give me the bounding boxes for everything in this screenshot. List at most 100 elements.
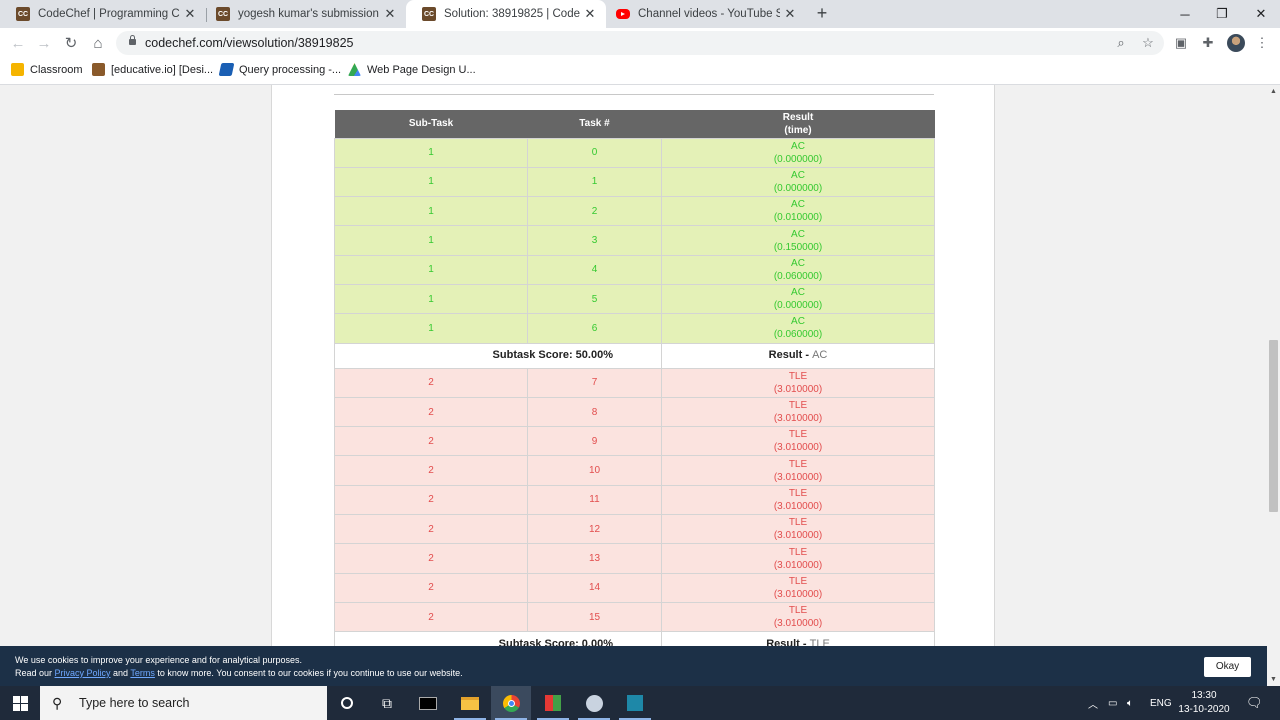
bookmarks-bar: Classroom [educative.io] [Desi... Query … — [0, 58, 1280, 85]
task-cell: 2 — [527, 196, 662, 227]
close-tab-icon[interactable]: ✕ — [180, 6, 200, 22]
table-row: 2 15 TLE (3.010000) — [334, 601, 935, 633]
task-cell: 0 — [527, 137, 662, 168]
reload-icon[interactable]: ↻ — [61, 33, 81, 53]
browser-tab[interactable]: Channel videos - YouTube Studio ✕ — [600, 0, 806, 28]
profile-avatar[interactable] — [1227, 34, 1245, 52]
extensions-puzzle-icon[interactable]: ✚ — [1198, 33, 1218, 53]
app-grid-icon[interactable] — [533, 686, 573, 720]
table-row: 1 5 AC (0.000000) — [334, 283, 935, 315]
divider — [334, 94, 934, 95]
scroll-down-icon[interactable]: ▼ — [1267, 673, 1280, 686]
home-icon[interactable]: ⌂ — [88, 33, 108, 53]
volume-icon[interactable]: 🔈︎ — [1127, 686, 1133, 720]
result-cell: AC (0.000000) — [661, 137, 935, 168]
search-placeholder: Type here to search — [79, 696, 190, 710]
eclipse-app-icon[interactable] — [574, 686, 614, 720]
task-cell: 15 — [527, 601, 662, 633]
subtask-summary-row: Subtask Score: 50.00% Result - AC — [334, 342, 935, 369]
tray-chevron-icon[interactable]: ︿ — [1088, 686, 1098, 720]
codechef-favicon: CC — [422, 7, 436, 21]
subtask-score: Subtask Score: 50.00% — [334, 342, 662, 369]
close-tab-icon[interactable]: ✕ — [380, 6, 400, 22]
result-cell: AC (0.010000) — [661, 196, 935, 227]
subtask-cell: 2 — [334, 514, 528, 545]
table-row: 1 6 AC (0.060000) — [334, 313, 935, 344]
bookmark-star-icon[interactable]: ☆ — [1138, 33, 1158, 53]
close-tab-icon[interactable]: ✕ — [580, 6, 600, 22]
scrollbar[interactable]: ▲ ▼ — [1267, 85, 1280, 686]
table-row: 2 14 TLE (3.010000) — [334, 572, 935, 603]
okay-button[interactable]: Okay — [1204, 657, 1251, 677]
close-window-icon[interactable]: ✕ — [1242, 0, 1280, 28]
result-cell: TLE (3.010000) — [661, 484, 935, 516]
taskbar-clock[interactable]: 13:30 13-10-2020 — [1174, 689, 1234, 717]
extension-icon[interactable]: ▣ — [1171, 33, 1191, 53]
bookmark-query-processing[interactable]: Query processing -... — [218, 63, 342, 76]
subtask-cell: 1 — [334, 225, 528, 256]
subtask-cell: 1 — [334, 166, 528, 198]
task-cell: 3 — [527, 225, 662, 256]
table-row: 2 7 TLE (3.010000) — [334, 367, 935, 398]
task-cell: 13 — [527, 543, 662, 574]
bookmark-web-page-design[interactable]: Web Page Design U... — [348, 63, 476, 76]
cookie-banner: We use cookies to improve your experienc… — [0, 646, 1267, 686]
minimize-icon[interactable]: ─ — [1166, 0, 1204, 28]
task-cell: 7 — [527, 367, 662, 398]
cookie-text-2: Read our Privacy Policy and Terms to kno… — [15, 668, 463, 678]
subtask-cell: 1 — [334, 196, 528, 227]
bookmark-label: Classroom — [30, 63, 83, 76]
classroom-icon — [11, 63, 24, 76]
table-row: 2 9 TLE (3.010000) — [334, 426, 935, 457]
windows-taskbar: ⚲ Type here to search ⧉ ︿ ▭ 🔈︎ ENG 13:30… — [0, 686, 1280, 720]
maximize-icon[interactable]: ❐ — [1203, 0, 1241, 28]
chrome-icon[interactable] — [491, 686, 531, 720]
task-view-icon[interactable]: ⧉ — [367, 686, 407, 720]
browser-tab[interactable]: CC yogesh kumar's submission of Ac ✕ — [200, 0, 406, 28]
battery-icon[interactable]: ▭ — [1108, 686, 1117, 720]
cookie-text: We use cookies to improve your experienc… — [15, 655, 302, 665]
table-row: 1 4 AC (0.060000) — [334, 254, 935, 285]
bookmark-educative[interactable]: [educative.io] [Desi... — [92, 63, 213, 76]
language-indicator[interactable]: ENG — [1150, 686, 1172, 720]
task-cell: 6 — [527, 313, 662, 344]
menu-kebab-icon[interactable]: ⋮ — [1252, 33, 1272, 53]
editor-app-icon[interactable] — [615, 686, 655, 720]
bookmark-classroom[interactable]: Classroom — [11, 63, 83, 76]
forward-arrow-icon[interactable]: → — [34, 33, 54, 53]
bookmark-label: [educative.io] [Desi... — [111, 63, 214, 76]
bookmark-label: Query processing -... — [239, 63, 342, 76]
table-row: 2 11 TLE (3.010000) — [334, 484, 935, 516]
task-cell: 1 — [527, 166, 662, 198]
subtask-cell: 2 — [334, 455, 528, 486]
subtask-cell: 2 — [334, 543, 528, 574]
task-cell: 4 — [527, 254, 662, 285]
zoom-search-icon[interactable]: ⌕ — [1111, 33, 1131, 53]
url-text[interactable]: codechef.com/viewsolution/38919825 — [145, 36, 353, 50]
terminal-app-icon[interactable] — [408, 686, 448, 720]
back-arrow-icon[interactable]: ← — [8, 33, 28, 53]
cortana-icon[interactable] — [327, 686, 367, 720]
browser-toolbar: ← → ↻ ⌂ codechef.com/viewsolution/389198… — [0, 28, 1280, 58]
scrollbar-thumb[interactable] — [1269, 340, 1278, 512]
subtask-cell: 2 — [334, 484, 528, 516]
file-explorer-icon[interactable] — [450, 686, 490, 720]
browser-tab[interactable]: CC CodeChef | Programming Compe ✕ — [0, 0, 206, 28]
terms-link[interactable]: Terms — [130, 668, 155, 678]
privacy-policy-link[interactable]: Privacy Policy — [55, 668, 111, 678]
task-cell: 8 — [527, 396, 662, 428]
result-cell: TLE (3.010000) — [661, 396, 935, 428]
browser-tab-active[interactable]: CC Solution: 38919825 | CodeChef ✕ — [406, 0, 606, 28]
tab-title: Solution: 38919825 | CodeChef — [444, 8, 580, 20]
taskbar-search-box[interactable]: ⚲ Type here to search — [40, 686, 327, 720]
notifications-icon[interactable]: 🗨︎ — [1246, 686, 1263, 720]
result-header: Result (time) — [661, 110, 935, 138]
close-tab-icon[interactable]: ✕ — [780, 6, 800, 22]
scroll-up-icon[interactable]: ▲ — [1267, 85, 1280, 98]
table-row: 1 2 AC (0.010000) — [334, 196, 935, 227]
results-body: 1 0 AC (0.000000) 1 1 AC (0.000000) 1 2 AC (0.01000… — [334, 137, 935, 658]
table-row: 2 10 TLE (3.010000) — [334, 455, 935, 486]
new-tab-button[interactable]: + — [812, 4, 832, 24]
start-button[interactable] — [0, 686, 40, 720]
address-bar[interactable]: codechef.com/viewsolution/38919825 ⌕ ☆ — [116, 31, 1164, 55]
